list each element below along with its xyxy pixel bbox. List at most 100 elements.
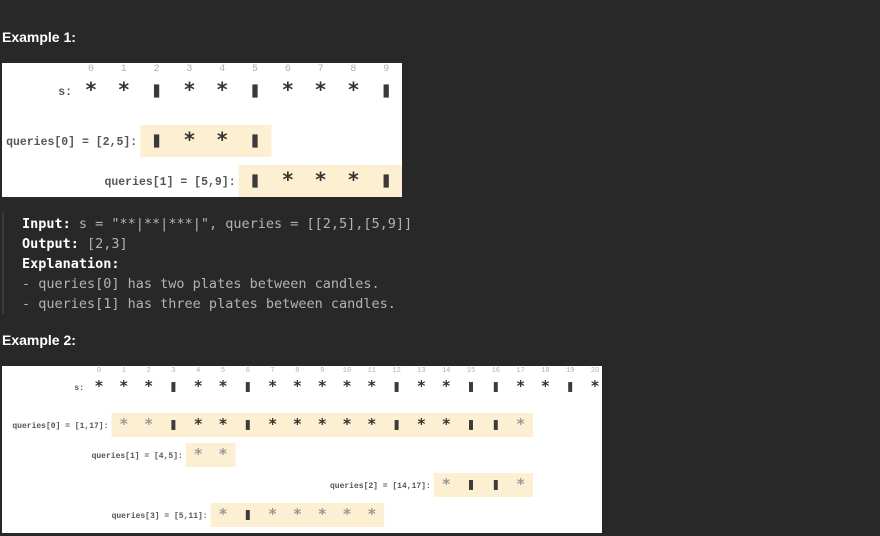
- plate-mark: *: [315, 167, 326, 191]
- plate-mark: *: [417, 415, 425, 433]
- plate-mark: *: [269, 415, 277, 433]
- plate-mark: *: [219, 445, 227, 463]
- s-label: s:: [74, 384, 84, 393]
- index-label: 4: [196, 367, 200, 375]
- candle-mark: [469, 382, 473, 392]
- index-label: 9: [320, 367, 324, 375]
- plate-mark: *: [120, 377, 128, 395]
- plate-mark: *: [368, 415, 376, 433]
- input-line: Input: s = "**|**|***|", queries = [[2,5…: [22, 214, 412, 234]
- plate-mark: *: [217, 127, 228, 151]
- plate-mark: *: [517, 475, 525, 493]
- input-key: Input:: [22, 216, 71, 232]
- plate-mark: *: [417, 377, 425, 395]
- query-label: queries[1] = [5,9]:: [104, 176, 235, 189]
- plate-mark: *: [591, 377, 599, 395]
- index-label: 0: [88, 64, 94, 75]
- index-label: 15: [467, 367, 475, 375]
- index-label: 10: [343, 367, 351, 375]
- index-label: 6: [285, 64, 291, 75]
- plate-mark: *: [343, 377, 351, 395]
- plate-mark: *: [282, 77, 293, 101]
- index-label: 9: [383, 64, 389, 75]
- plate-mark: *: [348, 77, 359, 101]
- example-1-diagram: 0 1 2 3 4 5 6 7 8 9 s: * * * * * * * queries[0] = [2,5]: * *…: [6, 64, 402, 197]
- plate-mark: *: [442, 415, 450, 433]
- plate-mark: *: [282, 167, 293, 191]
- plate-mark: *: [86, 77, 97, 101]
- example-1-heading: Example 1:: [2, 29, 76, 45]
- index-label: 5: [221, 367, 225, 375]
- plate-mark: *: [219, 415, 227, 433]
- index-label: 8: [295, 367, 299, 375]
- plate-mark: *: [293, 415, 301, 433]
- query-label: queries[3] = [5,11]:: [112, 512, 208, 521]
- index-label: 7: [270, 367, 274, 375]
- index-label: 6: [246, 367, 250, 375]
- index-label: 1: [121, 64, 127, 75]
- candle-mark: [394, 382, 399, 392]
- explanation-item: - queries[0] has two plates between cand…: [22, 276, 380, 292]
- example-2-figure: 0 1 2 3 4 5 6 7 8 9 10 11 12 13 14 15 16 17 18 19 20 s: * * * * * *…: [2, 366, 602, 533]
- index-label: 5: [252, 64, 258, 75]
- candle-mark: [252, 84, 258, 98]
- plate-mark: *: [194, 445, 202, 463]
- example-2-diagram: 0 1 2 3 4 5 6 7 8 9 10 11 12 13 14 15 16 17 18 19 20s: * * * * * *…: [12, 367, 599, 527]
- candle-mark: [383, 174, 389, 188]
- index-label: 8: [350, 64, 356, 75]
- plate-mark: *: [95, 377, 103, 395]
- plate-mark: *: [318, 415, 326, 433]
- plate-mark: *: [368, 377, 376, 395]
- index-label: 11: [368, 367, 376, 375]
- plate-mark: *: [318, 505, 326, 523]
- plate-mark: *: [269, 377, 277, 395]
- plate-mark: *: [219, 505, 227, 523]
- explanation-key: Explanation:: [22, 256, 120, 272]
- query-label: queries[2] = [14,17]:: [330, 482, 431, 491]
- index-label: 18: [541, 367, 549, 375]
- index-label: 3: [186, 64, 192, 75]
- candle-mark: [171, 382, 176, 392]
- plate-mark: *: [517, 415, 525, 433]
- plate-mark: *: [269, 505, 277, 523]
- plate-mark: *: [442, 377, 450, 395]
- plate-mark: *: [184, 77, 195, 101]
- index-label: 17: [516, 367, 524, 375]
- plate-mark: *: [343, 415, 351, 433]
- plate-mark: *: [194, 415, 202, 433]
- query-highlight: [140, 125, 272, 157]
- index-label: 0: [97, 367, 101, 375]
- example-1-code-block: Input: s = "**|**|***|", queries = [[2,5…: [2, 212, 564, 314]
- candle-mark: [493, 382, 498, 392]
- example-2-heading: Example 2:: [2, 332, 76, 348]
- index-label: 2: [146, 367, 150, 375]
- plate-mark: *: [293, 377, 301, 395]
- index-label: 19: [566, 367, 574, 375]
- output-value: [2,3]: [78, 236, 128, 252]
- candle-mark: [383, 84, 389, 98]
- candle-mark: [469, 480, 473, 490]
- candle-mark: [568, 382, 573, 392]
- candle-mark: [153, 84, 160, 98]
- explanation-item: - queries[1] has three plates between ca…: [22, 296, 396, 312]
- plate-mark: *: [184, 127, 195, 151]
- candle-mark: [469, 420, 473, 430]
- query-label: queries[0] = [2,5]:: [6, 136, 137, 149]
- index-label: 12: [392, 367, 400, 375]
- query-label: queries[1] = [4,5]:: [92, 452, 183, 461]
- plate-mark: *: [541, 377, 549, 395]
- candle-mark: [252, 134, 258, 148]
- plate-mark: *: [293, 505, 301, 523]
- candle-mark: [245, 382, 250, 392]
- candle-mark: [252, 174, 258, 188]
- plate-mark: *: [368, 505, 376, 523]
- plate-mark: *: [315, 77, 326, 101]
- plate-mark: *: [442, 475, 450, 493]
- candle-mark: [394, 420, 399, 430]
- plate-mark: *: [219, 377, 227, 395]
- index-label: 4: [219, 64, 225, 75]
- candle-mark: [245, 510, 250, 520]
- input-value: s = "**|**|***|", queries = [[2,5],[5,9]…: [70, 216, 413, 232]
- candle-mark: [153, 134, 160, 148]
- candle-mark: [171, 420, 176, 430]
